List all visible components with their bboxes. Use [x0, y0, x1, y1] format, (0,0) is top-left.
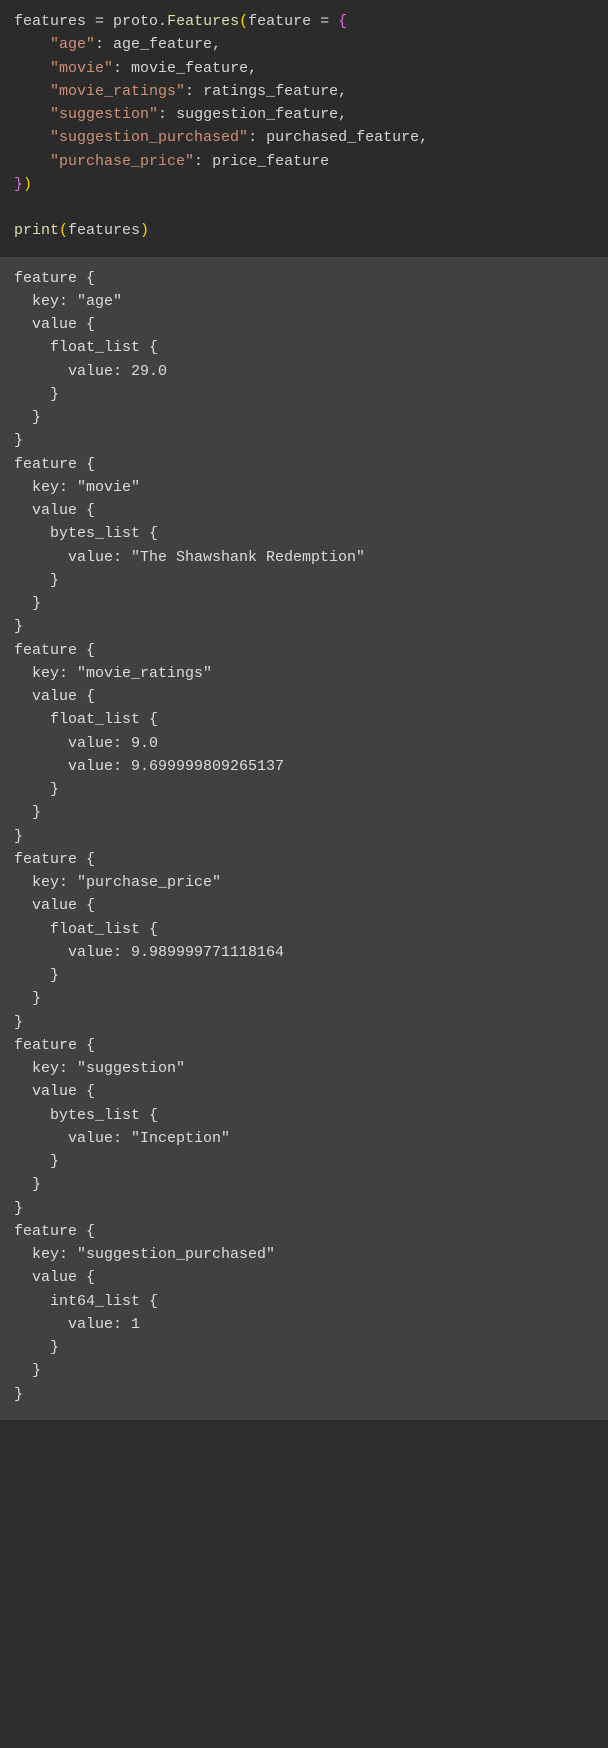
code-token-punc: : [95, 36, 113, 53]
code-token-string: "movie" [50, 60, 113, 77]
code-editor[interactable]: features = proto.Features(feature = { "a… [0, 0, 608, 257]
code-token-punc: , [338, 83, 347, 100]
code-token-punc: , [248, 60, 257, 77]
code-token-var: age_feature [113, 36, 212, 53]
code-token-paren: ( [239, 13, 248, 30]
code-token-punc: : [248, 129, 266, 146]
code-token-paren: ) [23, 176, 32, 193]
code-token-paren: ( [59, 222, 68, 239]
code-indent [14, 153, 50, 170]
code-token-var: purchased_feature [266, 129, 419, 146]
code-token-string: "suggestion" [50, 106, 158, 123]
code-token-obj: proto [113, 13, 158, 30]
code-token-punc: : [158, 106, 176, 123]
code-token-punc: . [158, 13, 167, 30]
code-token-string: "age" [50, 36, 95, 53]
code-token-op: = [95, 13, 113, 30]
code-token-punc: : [113, 60, 131, 77]
code-indent [14, 129, 50, 146]
code-token-var: movie_feature [131, 60, 248, 77]
code-token-var: feature [248, 13, 320, 30]
code-token-var: price_feature [212, 153, 329, 170]
code-token-string: "suggestion_purchased" [50, 129, 248, 146]
code-token-paren: ) [140, 222, 149, 239]
code-output: feature { key: "age" value { float_list … [0, 257, 608, 1420]
code-token-punc: , [419, 129, 428, 146]
code-token-punc: : [194, 153, 212, 170]
code-token-func: Features [167, 13, 239, 30]
code-token-punc: : [185, 83, 203, 100]
code-token-string: "purchase_price" [50, 153, 194, 170]
code-indent [14, 36, 50, 53]
code-token-punc: , [212, 36, 221, 53]
code-indent [14, 106, 50, 123]
code-token-brace: } [14, 176, 23, 193]
code-token-string: "movie_ratings" [50, 83, 185, 100]
code-token-op: = [320, 13, 338, 30]
code-token-var: features [14, 13, 95, 30]
code-token-var: features [68, 222, 140, 239]
code-token-brace: { [338, 13, 347, 30]
code-indent [14, 83, 50, 100]
code-token-var: ratings_feature [203, 83, 338, 100]
code-token-punc: , [338, 106, 347, 123]
code-token-func: print [14, 222, 59, 239]
code-token-var: suggestion_feature [176, 106, 338, 123]
code-indent [14, 60, 50, 77]
